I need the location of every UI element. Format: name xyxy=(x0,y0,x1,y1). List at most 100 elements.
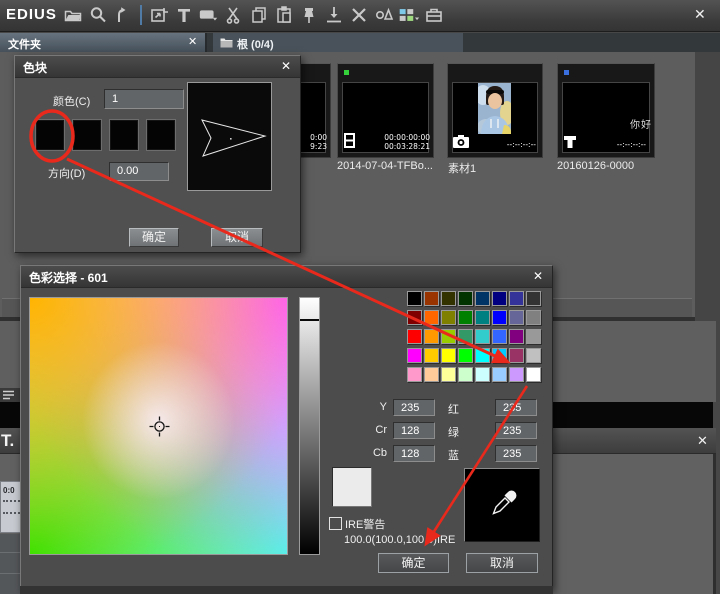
copy-icon[interactable] xyxy=(248,4,270,26)
color-bar-icon[interactable] xyxy=(198,4,220,26)
color-block-close-icon[interactable]: ✕ xyxy=(281,59,291,73)
palette-swatch-r5c7[interactable] xyxy=(510,368,523,381)
palette-swatch-r3c2[interactable] xyxy=(425,330,438,343)
palette-swatch-r4c7[interactable] xyxy=(510,349,523,362)
palette-swatch-r4c5[interactable] xyxy=(476,349,489,362)
red-field[interactable]: 235 xyxy=(495,399,537,416)
video-clip-icon xyxy=(343,133,356,153)
palette-swatch-r5c3[interactable] xyxy=(442,368,455,381)
palette-swatch-r5c8[interactable] xyxy=(527,368,540,381)
palette-swatch-r5c5[interactable] xyxy=(476,368,489,381)
palette-swatch-r1c6[interactable] xyxy=(493,292,506,305)
direction-field[interactable]: 0.00 xyxy=(109,162,169,181)
set-cut-point-icon[interactable] xyxy=(298,4,320,26)
search-icon[interactable] xyxy=(87,4,109,26)
cr-field[interactable]: 128 xyxy=(393,422,435,439)
window-close-icon[interactable]: ✕ xyxy=(694,6,706,23)
luminance-slider[interactable] xyxy=(299,297,320,555)
clip-card-2[interactable]: 00:00:00:00 00:03:28:21 xyxy=(337,63,434,158)
palette-swatch-r1c2[interactable] xyxy=(425,292,438,305)
color-block-ok-button[interactable]: 确定 xyxy=(129,228,179,247)
palette-swatch-r3c4[interactable] xyxy=(459,330,472,343)
insert-to-timeline-icon[interactable] xyxy=(323,4,345,26)
clip-3-timecode: --:--:--:-- xyxy=(507,141,536,149)
paste-icon[interactable] xyxy=(273,4,295,26)
tab-root-bin[interactable]: 根 (0/4) xyxy=(213,33,463,52)
y-field[interactable]: 235 xyxy=(393,399,435,416)
title-icon[interactable] xyxy=(173,4,195,26)
palette-swatch-r4c4[interactable] xyxy=(459,349,472,362)
clip-4-name[interactable]: 20160126-0000 xyxy=(557,160,634,172)
color-picker-cancel-button[interactable]: 取消 xyxy=(466,553,538,573)
palette-swatch-r4c2[interactable] xyxy=(425,349,438,362)
palette-swatch-r5c4[interactable] xyxy=(459,368,472,381)
palette-swatch-r3c3[interactable] xyxy=(442,330,455,343)
palette-swatch-r3c1[interactable] xyxy=(408,330,421,343)
color-swatch-3[interactable] xyxy=(109,119,139,151)
delete-icon[interactable] xyxy=(348,4,370,26)
palette-swatch-r4c8[interactable] xyxy=(527,349,540,362)
blue-field[interactable]: 235 xyxy=(495,445,537,462)
cb-field[interactable]: 128 xyxy=(393,445,435,462)
clip-2-name[interactable]: 2014-07-04-TFBo... xyxy=(337,160,433,172)
app-logo: EDIUS xyxy=(6,6,57,23)
palette-swatch-r1c5[interactable] xyxy=(476,292,489,305)
palette-swatch-r5c6[interactable] xyxy=(493,368,506,381)
palette-swatch-r2c8[interactable] xyxy=(527,311,540,324)
palette-swatch-r4c1[interactable] xyxy=(408,349,421,362)
palette-swatch-r3c8[interactable] xyxy=(527,330,540,343)
sync-icon[interactable] xyxy=(373,4,395,26)
ire-warning-checkbox[interactable] xyxy=(329,517,342,530)
palette-swatch-r5c2[interactable] xyxy=(425,368,438,381)
tab-folder[interactable]: 文件夹 ✕ xyxy=(0,33,207,52)
clip-card-3[interactable]: --:--:--:-- xyxy=(447,63,543,158)
color-picker-close-icon[interactable]: ✕ xyxy=(533,269,543,283)
cut-icon[interactable] xyxy=(223,4,245,26)
open-project-icon[interactable] xyxy=(112,4,134,26)
luminance-slider-handle[interactable] xyxy=(300,319,319,321)
palette-swatch-r2c5[interactable] xyxy=(476,311,489,324)
palette-swatch-r1c4[interactable] xyxy=(459,292,472,305)
background-window-close-icon[interactable]: ✕ xyxy=(697,433,708,449)
clip-card-4[interactable]: 你好 --:--:--:-- xyxy=(557,63,655,158)
color-picker-ok-button[interactable]: 确定 xyxy=(378,553,449,573)
color-swatch-1[interactable] xyxy=(35,119,65,151)
color-swatch-2[interactable] xyxy=(72,119,102,151)
capture-icon[interactable] xyxy=(148,4,170,26)
palette-swatch-r2c2[interactable] xyxy=(425,311,438,324)
open-folder-icon[interactable] xyxy=(62,4,84,26)
palette-swatch-r3c5[interactable] xyxy=(476,330,489,343)
tab-close-icon[interactable]: ✕ xyxy=(188,35,197,48)
palette-swatch-r4c3[interactable] xyxy=(442,349,455,362)
palette-swatch-r1c3[interactable] xyxy=(442,292,455,305)
clip-3-name[interactable]: 素材1 xyxy=(448,160,476,176)
palette-swatch-r2c4[interactable] xyxy=(459,311,472,324)
direction-preview xyxy=(187,82,272,191)
toolbox-icon[interactable] xyxy=(423,4,445,26)
eyedropper-well[interactable] xyxy=(464,468,540,542)
red-label: 红 xyxy=(448,401,459,417)
color-count-field[interactable]: 1 xyxy=(104,89,184,109)
green-field[interactable]: 235 xyxy=(495,422,537,439)
palette-swatch-r3c6[interactable] xyxy=(493,330,506,343)
ire-warning-label: IRE警告 xyxy=(345,516,385,532)
color-block-cancel-button[interactable]: 取消 xyxy=(211,228,263,247)
layout-icon[interactable] xyxy=(398,4,420,26)
palette-swatch-r3c7[interactable] xyxy=(510,330,523,343)
color-block-titlebar[interactable]: 色块 ✕ xyxy=(15,56,300,78)
color-swatch-4[interactable] xyxy=(146,119,176,151)
palette-swatch-r1c7[interactable] xyxy=(510,292,523,305)
color-picker-titlebar[interactable]: 色彩选择 - 601 ✕ xyxy=(21,266,552,288)
clip-2-timecode-in: 00:00:00:00 xyxy=(384,134,430,142)
palette-swatch-r5c1[interactable] xyxy=(408,368,421,381)
color-gradient-field[interactable] xyxy=(29,297,288,555)
palette-swatch-r2c7[interactable] xyxy=(510,311,523,324)
palette-swatch-r4c6[interactable] xyxy=(493,349,506,362)
palette-swatch-r1c1[interactable] xyxy=(408,292,421,305)
palette-swatch-r2c6[interactable] xyxy=(493,311,506,324)
palette-swatch-r2c3[interactable] xyxy=(442,311,455,324)
dialog-bottom-edge xyxy=(20,586,553,594)
palette-swatch-r1c8[interactable] xyxy=(527,292,540,305)
palette-swatch-r2c1[interactable] xyxy=(408,311,421,324)
main-toolbar: EDIUS xyxy=(0,0,720,32)
